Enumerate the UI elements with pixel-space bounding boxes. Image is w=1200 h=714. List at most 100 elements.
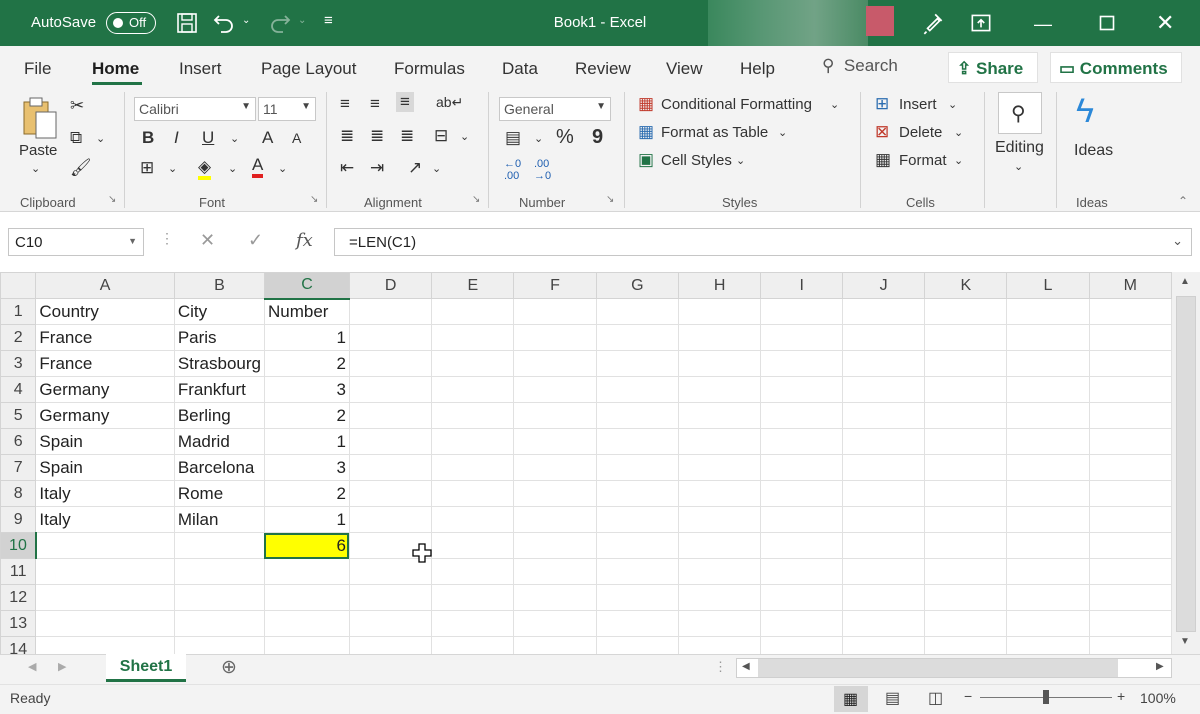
splitter-icon[interactable]: ⋮ (714, 659, 727, 675)
horizontal-scroll-thumb[interactable] (758, 659, 1118, 677)
row-header[interactable]: 4 (0, 376, 37, 403)
empty-cell[interactable] (431, 376, 515, 403)
empty-cell[interactable] (924, 558, 1008, 585)
empty-cell[interactable] (842, 636, 926, 654)
align-left-icon[interactable]: ≣ (340, 126, 354, 146)
empty-cell[interactable] (760, 506, 844, 533)
cell-b6[interactable]: Madrid (173, 428, 265, 455)
column-header-m[interactable]: M (1088, 272, 1172, 299)
font-color-dropdown-icon[interactable]: ⌄ (278, 162, 287, 175)
empty-cell[interactable] (431, 610, 515, 637)
empty-cell[interactable] (1088, 402, 1172, 429)
close-icon[interactable]: ✕ (1156, 10, 1174, 36)
empty-cell[interactable] (431, 402, 515, 429)
empty-cell[interactable] (842, 454, 926, 481)
empty-cell[interactable] (348, 350, 433, 377)
cell-a8[interactable]: Italy (35, 480, 175, 507)
customize-toolbar-icon[interactable]: ≡ (324, 12, 333, 29)
row-header[interactable]: 13 (0, 610, 37, 637)
empty-cell[interactable] (842, 428, 926, 455)
editing-button[interactable]: ⚲ (998, 92, 1042, 134)
empty-cell[interactable] (1006, 532, 1090, 559)
format-button[interactable]: Format (899, 152, 947, 169)
chevron-down-icon[interactable]: ⌄ (736, 154, 745, 167)
clipboard-launcher-icon[interactable]: ↘ (108, 194, 116, 205)
empty-cell[interactable] (513, 428, 597, 455)
empty-cell[interactable] (1006, 558, 1090, 585)
cell-b8[interactable]: Rome (173, 480, 265, 507)
empty-cell[interactable] (431, 636, 515, 654)
ribbon-display-icon[interactable] (966, 10, 996, 36)
empty-cell[interactable] (924, 376, 1008, 403)
empty-cell[interactable] (677, 610, 762, 637)
bold-button[interactable]: B (142, 128, 154, 148)
empty-cell[interactable] (760, 376, 844, 403)
cell-c13[interactable] (263, 610, 350, 637)
borders-dropdown-icon[interactable]: ⌄ (168, 162, 177, 175)
empty-cell[interactable] (1088, 532, 1172, 559)
cell-c9[interactable]: 1 (263, 506, 350, 533)
empty-cell[interactable] (760, 428, 844, 455)
empty-cell[interactable] (677, 324, 762, 351)
empty-cell[interactable] (513, 636, 597, 654)
empty-cell[interactable] (513, 532, 597, 559)
empty-cell[interactable] (1088, 610, 1172, 637)
delete-button[interactable]: Delete (899, 124, 942, 141)
empty-cell[interactable] (924, 428, 1008, 455)
expand-formula-icon[interactable]: ⌄ (1172, 233, 1183, 249)
empty-cell[interactable] (513, 376, 597, 403)
empty-cell[interactable] (431, 584, 515, 611)
percent-button[interactable]: % (556, 126, 574, 149)
redo-icon[interactable] (268, 11, 292, 35)
tab-page-layout[interactable]: Page Layout (261, 59, 356, 79)
cell-c11[interactable] (263, 558, 350, 585)
empty-cell[interactable] (348, 376, 433, 403)
empty-cell[interactable] (1006, 350, 1090, 377)
cell-a1[interactable]: Country (35, 298, 175, 325)
empty-cell[interactable] (513, 298, 597, 325)
pen-icon[interactable] (918, 10, 948, 36)
align-bottom-icon[interactable]: ≡ (396, 92, 414, 112)
empty-cell[interactable] (677, 402, 762, 429)
empty-cell[interactable] (431, 324, 515, 351)
empty-cell[interactable] (760, 480, 844, 507)
empty-cell[interactable] (1088, 454, 1172, 481)
copy-icon[interactable]: ⧉ (70, 128, 82, 148)
empty-cell[interactable] (924, 636, 1008, 654)
cell-styles-button[interactable]: Cell Styles (661, 152, 732, 169)
font-name-combo[interactable]: Calibri ▼ (134, 97, 256, 121)
cell-a4[interactable]: Germany (35, 376, 175, 403)
undo-dropdown-icon[interactable]: ⌄ (242, 15, 250, 26)
cell-c6[interactable]: 1 (263, 428, 350, 455)
cell-a9[interactable]: Italy (35, 506, 175, 533)
empty-cell[interactable] (431, 298, 515, 325)
lightning-icon[interactable]: ϟ (1076, 92, 1094, 131)
selected-cell-c10[interactable]: 6 (263, 532, 350, 559)
font-size-combo[interactable]: 11 ▼ (258, 97, 316, 121)
number-launcher-icon[interactable]: ↘ (606, 194, 614, 205)
tab-formulas[interactable]: Formulas (394, 59, 465, 79)
empty-cell[interactable] (677, 558, 762, 585)
cell-a12[interactable] (35, 584, 175, 611)
empty-cell[interactable] (924, 584, 1008, 611)
row-header[interactable]: 6 (0, 428, 37, 455)
chevron-down-icon[interactable]: ⌄ (778, 126, 787, 139)
empty-cell[interactable] (1006, 636, 1090, 654)
row-header[interactable]: 1 (0, 298, 37, 325)
empty-cell[interactable] (513, 610, 597, 637)
cell-a6[interactable]: Spain (35, 428, 175, 455)
empty-cell[interactable] (1088, 324, 1172, 351)
empty-cell[interactable] (595, 454, 679, 481)
borders-icon[interactable]: ⊞ (140, 158, 154, 178)
empty-cell[interactable] (1088, 584, 1172, 611)
cell-b5[interactable]: Berling (173, 402, 265, 429)
cell-c2[interactable]: 1 (263, 324, 350, 351)
empty-cell[interactable] (1006, 454, 1090, 481)
cell-b3[interactable]: Strasbourg (173, 350, 265, 377)
empty-cell[interactable] (595, 350, 679, 377)
empty-cell[interactable] (677, 428, 762, 455)
format-as-table-icon[interactable]: ▦ (638, 122, 654, 142)
align-right-icon[interactable]: ≣ (400, 126, 414, 146)
empty-cell[interactable] (677, 506, 762, 533)
tab-data[interactable]: Data (502, 59, 538, 79)
